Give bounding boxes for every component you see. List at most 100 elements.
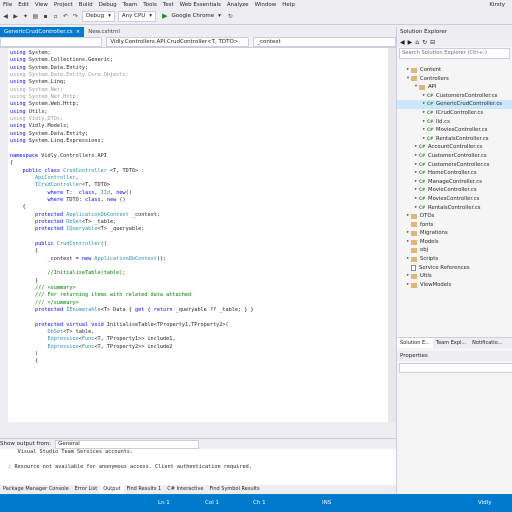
menu-item[interactable]: Tools <box>140 2 160 8</box>
code-line[interactable]: using System.Linq; <box>10 79 386 86</box>
open-icon[interactable]: ▤ <box>32 13 39 20</box>
code-line[interactable]: using System.Web.Http; <box>10 101 386 108</box>
menu-item[interactable]: Build <box>76 2 96 8</box>
code-line[interactable] <box>10 145 386 152</box>
back-icon[interactable]: ◀ <box>2 13 9 20</box>
tab-new-cshtml[interactable]: New.cshtml <box>84 27 124 37</box>
tree-item[interactable]: ▸ C# CustomersController.cs <box>397 92 512 101</box>
tree-item[interactable]: ▸ Content <box>397 66 512 75</box>
save-all-icon[interactable]: ▫ <box>52 13 59 20</box>
menu-item[interactable]: Edit <box>15 2 32 8</box>
code-line[interactable]: using Vidly.DTOs; <box>10 116 386 123</box>
tree-item[interactable]: ▸ C# ManageController.cs <box>397 178 512 187</box>
tree-item[interactable]: ▸ Migrations <box>397 229 512 238</box>
project-dropdown[interactable] <box>0 37 103 47</box>
tree-item[interactable]: ▸ C# MoviesController.cs <box>397 195 512 204</box>
properties-object-select[interactable] <box>399 363 512 373</box>
code-line[interactable]: namespace Vidly.Controllers.API <box>10 153 386 160</box>
tree-item[interactable]: ▸ C# RentalsController.cs <box>397 135 512 144</box>
refresh-icon[interactable]: ↻ <box>422 39 427 46</box>
close-icon[interactable]: × <box>76 27 81 37</box>
code-line[interactable]: ICrudController<T, TDTO> <box>10 182 386 189</box>
menu-item[interactable]: Web Essentials <box>177 2 224 8</box>
new-project-icon[interactable]: ✦ <box>22 13 29 20</box>
tree-item[interactable]: ▸ C# AccountController.cs <box>397 143 512 152</box>
editor-scrollbar[interactable] <box>388 48 396 422</box>
tree-item[interactable]: ▸ C# ICrudController.cs <box>397 109 512 118</box>
menu-item[interactable]: Project <box>51 2 76 8</box>
code-line[interactable]: using System.Data.Entity; <box>10 65 386 72</box>
menu-item[interactable]: Debug <box>96 2 120 8</box>
code-line[interactable]: using System; <box>10 50 386 57</box>
code-line[interactable]: /// </summary> <box>10 300 386 307</box>
code-line[interactable]: } <box>10 278 386 285</box>
run-button[interactable]: ▶ Google Chrome ▾ <box>159 12 224 21</box>
member-dropdown[interactable]: _context <box>253 37 396 47</box>
code-line[interactable]: protected DbSet<T> _table; <box>10 219 386 226</box>
tab-generic-crud-controller[interactable]: GenericCrudController.cs × <box>0 27 85 37</box>
code-line[interactable]: ApiController, <box>10 175 386 182</box>
tree-item[interactable]: ▸ Utils <box>397 272 512 281</box>
code-line[interactable]: //InitialiseTable(table); <box>10 270 386 277</box>
save-icon[interactable]: ▪ <box>42 13 49 20</box>
bottom-tab[interactable]: Find Symbol Results <box>206 485 262 494</box>
tree-item[interactable]: ▾ API <box>397 83 512 92</box>
code-line[interactable] <box>10 234 386 241</box>
menu-item[interactable]: Test <box>160 2 177 8</box>
code-line[interactable]: Expression<Func<T, TProperty1>> include1… <box>10 336 386 343</box>
menu-item[interactable]: File <box>0 2 15 8</box>
code-line[interactable]: protected ApplicationDbContext _context; <box>10 212 386 219</box>
code-line[interactable]: public class CrudController <T, TDTO> : <box>10 168 386 175</box>
tree-item[interactable]: ▸ C# MovieController.cs <box>397 186 512 195</box>
code-line[interactable]: { <box>10 160 386 167</box>
platform-select[interactable]: Any CPU ▾ <box>117 11 157 22</box>
tree-item[interactable]: ▸ C# IId.cs <box>397 118 512 127</box>
tree-item[interactable]: ▸ DTOs <box>397 212 512 221</box>
code-line[interactable]: Expression<Func<T, TProperty2>> include2 <box>10 344 386 351</box>
class-dropdown[interactable]: Vidly.Controllers.API.CrudController<T, … <box>106 37 250 47</box>
code-line[interactable]: public CrudController() <box>10 241 386 248</box>
solution-search-input[interactable]: Search Solution Explorer (Ctrl+;) <box>399 48 510 59</box>
bottom-tab[interactable]: Find Results 1 <box>124 485 165 494</box>
refresh-icon[interactable]: ↻ <box>227 13 234 20</box>
code-line[interactable]: using System.Net; <box>10 87 386 94</box>
forward-icon[interactable]: ▶ <box>408 39 413 46</box>
undo-icon[interactable]: ↶ <box>62 13 69 20</box>
side-tab[interactable]: Team Expl... <box>433 338 469 348</box>
code-line[interactable]: where T: class, IId, new() <box>10 190 386 197</box>
tree-item[interactable]: ▸ Scripts <box>397 255 512 264</box>
menu-item[interactable]: Team <box>120 2 141 8</box>
code-line[interactable]: { <box>10 204 386 211</box>
menu-item[interactable]: Help <box>279 2 298 8</box>
code-area[interactable]: using System; using System.Collections.Ge… <box>10 50 386 366</box>
tree-item[interactable]: ▸ C# MoviesController.cs <box>397 126 512 135</box>
tree-item[interactable]: ▸ Models <box>397 238 512 247</box>
bottom-tab[interactable]: Error List <box>72 485 101 494</box>
code-line[interactable]: using Vidly.Models; <box>10 123 386 130</box>
code-line[interactable]: using Utils; <box>10 109 386 116</box>
code-line[interactable]: using System.Linq.Expressions; <box>10 138 386 145</box>
code-line[interactable] <box>10 263 386 270</box>
code-line[interactable]: using System.Data.Entity.Core.Objects; <box>10 72 386 79</box>
home-icon[interactable]: ⌂ <box>415 39 419 46</box>
code-line[interactable]: { <box>10 358 386 365</box>
tree-item[interactable]: ▸ C# GenericCrudController.cs <box>397 100 512 109</box>
user-account[interactable]: Kirsty <box>486 2 508 8</box>
code-line[interactable]: protected IEnumerable<T> Data { get { re… <box>10 307 386 314</box>
code-line[interactable] <box>10 314 386 321</box>
code-line[interactable]: DbSet<T> table, <box>10 329 386 336</box>
tree-item[interactable]: ▾ Controllers <box>397 75 512 84</box>
status-project[interactable]: Vidly <box>478 500 491 506</box>
tree-item[interactable]: fonts <box>397 221 512 230</box>
back-icon[interactable]: ◀ <box>400 39 405 46</box>
menu-item[interactable]: Window <box>252 2 280 8</box>
code-editor[interactable]: using System; using System.Collections.Ge… <box>0 48 396 422</box>
code-line[interactable]: /// For returning items with related dat… <box>10 292 386 299</box>
tree-item[interactable]: ▸ C# CustomerController.cs <box>397 152 512 161</box>
code-line[interactable]: where TDTO: class, new () <box>10 197 386 204</box>
bottom-tab[interactable]: C# Interactive <box>164 485 206 494</box>
code-line[interactable]: protected IQueryable<T> _queryable; <box>10 226 386 233</box>
code-line[interactable]: using System.Data.Entity; <box>10 131 386 138</box>
bottom-tab[interactable]: Output <box>100 485 124 494</box>
code-line[interactable]: /// <summary> <box>10 285 386 292</box>
